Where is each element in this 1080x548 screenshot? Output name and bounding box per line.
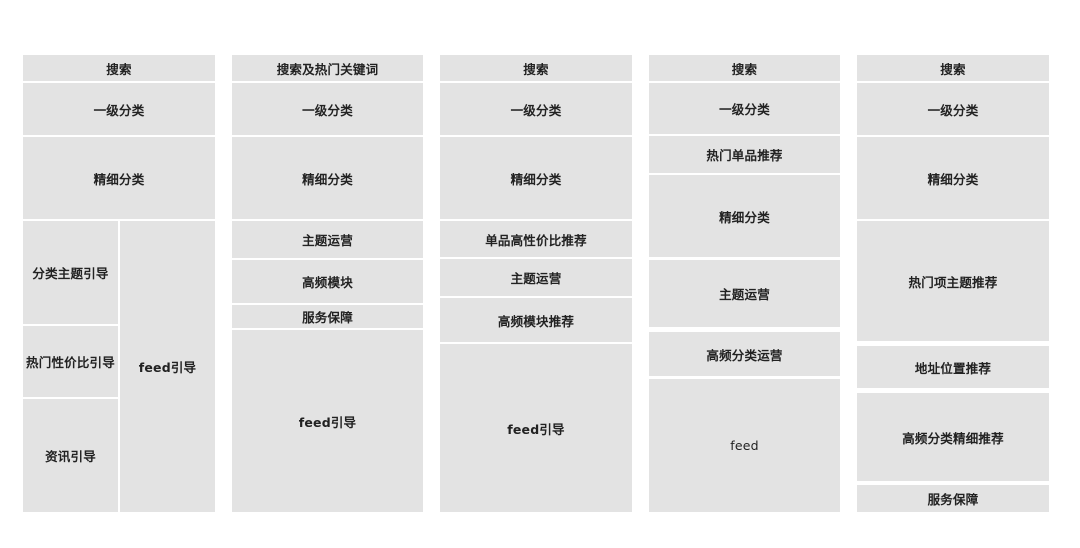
- block-category-theme-guide: 分类主题引导: [23, 221, 118, 324]
- block-label: 一级分类: [927, 102, 979, 118]
- block-search: 搜索: [649, 55, 840, 81]
- block-label: feed引导: [138, 360, 197, 375]
- block-label: 搜索: [731, 61, 758, 77]
- block-label: feed: [730, 438, 759, 453]
- block-primary-category: 一级分类: [649, 83, 840, 134]
- block-fine-category: 精细分类: [23, 137, 215, 219]
- block-service-guarantee: 服务保障: [857, 485, 1049, 512]
- block-high-frequency-category-operation: 高频分类运营: [649, 332, 840, 376]
- block-label: 搜索: [940, 61, 966, 77]
- block-label: 热门项主题推荐: [908, 274, 998, 290]
- block-feed-guide: feed引导: [232, 330, 423, 512]
- block-search-hot-keywords: 搜索及热门关键词: [232, 55, 423, 81]
- block-label: 主题运营: [510, 271, 562, 286]
- block-label: 分类主题引导: [32, 266, 109, 281]
- block-label: 地址位置推荐: [914, 360, 992, 376]
- block-label: 精细分类: [719, 209, 770, 225]
- block-label: 高频分类运营: [706, 347, 783, 363]
- block-high-frequency-module: 高频模块: [232, 260, 423, 303]
- block-primary-category: 一级分类: [857, 83, 1049, 135]
- block-label: 主题运营: [302, 233, 353, 248]
- block-fine-category: 精细分类: [440, 137, 632, 219]
- block-hot-theme-recommend: 热门项主题推荐: [857, 221, 1049, 341]
- block-feed-guide: feed引导: [120, 221, 215, 512]
- block-hot-item-recommend: 热门单品推荐: [649, 136, 840, 173]
- block-fine-category: 精细分类: [232, 137, 423, 219]
- block-location-recommend: 地址位置推荐: [857, 346, 1049, 388]
- block-feed: feed: [649, 379, 840, 512]
- block-single-item-value-recommend: 单品高性价比推荐: [440, 221, 632, 257]
- block-high-frequency-fine-recommend: 高频分类精细推荐: [857, 393, 1049, 481]
- block-label: 一级分类: [719, 102, 770, 117]
- block-theme-operation: 主题运营: [232, 221, 423, 258]
- block-fine-category: 精细分类: [649, 175, 840, 257]
- block-service-guarantee: 服务保障: [232, 305, 423, 328]
- block-label: 服务保障: [927, 492, 979, 507]
- block-label: 热门单品推荐: [706, 148, 783, 163]
- block-label: 精细分类: [927, 171, 979, 187]
- block-label: 精细分类: [93, 171, 145, 187]
- block-label: 搜索: [523, 61, 549, 77]
- block-label: 服务保障: [302, 310, 353, 325]
- block-hot-value-guide: 热门性价比引导: [23, 326, 118, 397]
- block-search: 搜索: [23, 55, 215, 81]
- block-fine-category: 精细分类: [857, 137, 1049, 219]
- layout-wireframes-diagram: 搜索 一级分类 精细分类 分类主题引导 热门性价比引导 资讯引导 feed引导 …: [0, 0, 1080, 548]
- block-high-frequency-module-recommend: 高频模块推荐: [440, 298, 632, 342]
- block-search: 搜索: [440, 55, 632, 81]
- block-label: 热门性价比引导: [26, 355, 115, 370]
- block-search: 搜索: [857, 55, 1049, 81]
- block-label: 资讯引导: [45, 449, 96, 464]
- block-label: 高频模块推荐: [497, 313, 575, 329]
- block-theme-operation: 主题运营: [440, 259, 632, 296]
- block-label: feed引导: [507, 421, 565, 437]
- block-label: 主题运营: [719, 287, 770, 302]
- block-primary-category: 一级分类: [440, 83, 632, 135]
- block-label: feed引导: [298, 414, 357, 430]
- block-label: 高频分类精细推荐: [902, 430, 1004, 446]
- block-label: 搜索及热门关键词: [276, 61, 379, 77]
- block-primary-category: 一级分类: [23, 83, 215, 135]
- block-news-guide: 资讯引导: [23, 399, 118, 512]
- block-label: 精细分类: [510, 171, 562, 187]
- block-label: 单品高性价比推荐: [485, 232, 587, 248]
- block-label: 一级分类: [510, 102, 562, 118]
- block-theme-operation: 主题运营: [649, 260, 840, 327]
- block-feed-guide: feed引导: [440, 344, 632, 512]
- block-label: 高频模块: [302, 275, 353, 290]
- block-label: 一级分类: [93, 102, 145, 118]
- block-label: 一级分类: [302, 102, 353, 118]
- block-primary-category: 一级分类: [232, 83, 423, 135]
- block-label: 精细分类: [302, 171, 353, 187]
- block-label: 搜索: [106, 61, 132, 77]
